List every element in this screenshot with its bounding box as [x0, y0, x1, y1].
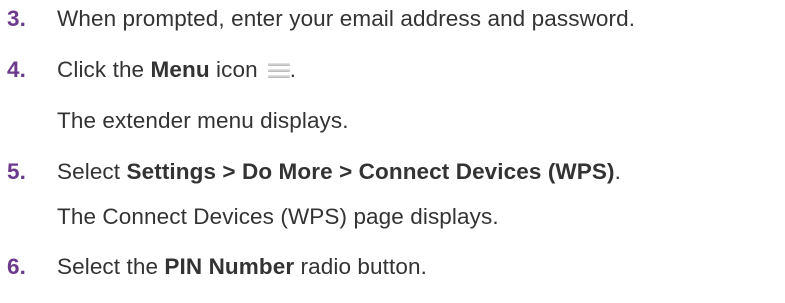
- step-4-result: The extender menu displays.: [57, 108, 349, 133]
- step-number: 6.: [7, 254, 26, 279]
- step-number: 5.: [7, 159, 26, 184]
- step-text: When prompted, enter your email address …: [57, 6, 636, 31]
- step-number: 3.: [7, 6, 26, 31]
- instruction-steps: 3. When prompted, enter your email addre…: [0, 0, 785, 303]
- menu-path-connect-devices: Connect Devices (WPS): [358, 159, 615, 184]
- step-text: Select Settings > Do More > Connect Devi…: [57, 159, 621, 184]
- hamburger-menu-icon: [267, 62, 290, 78]
- step-text: Select the PIN Number radio button.: [57, 254, 427, 279]
- step-5-result: The Connect Devices (WPS) page displays.: [57, 204, 499, 229]
- pin-number-term: PIN Number: [164, 254, 295, 279]
- step-number: 4.: [7, 57, 26, 82]
- menu-path-do-more: Do More: [242, 159, 333, 184]
- step-text: Click the Menu icon.: [57, 57, 297, 82]
- menu-path-settings: Settings: [126, 159, 217, 184]
- menu-term: Menu: [150, 57, 210, 82]
